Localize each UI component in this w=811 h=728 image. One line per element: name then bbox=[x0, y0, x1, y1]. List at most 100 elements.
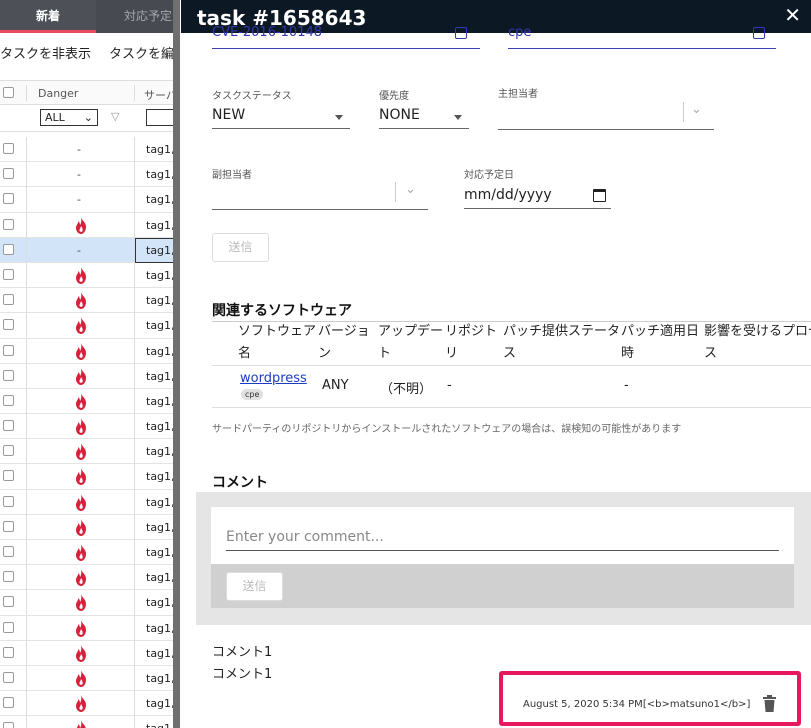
row-checkbox[interactable] bbox=[3, 369, 14, 381]
danger-filter-select[interactable]: ALL ⌄ bbox=[40, 109, 98, 126]
danger-value: - bbox=[77, 193, 81, 207]
software-column-header[interactable]: パッチ適用日時 bbox=[621, 321, 699, 365]
software-column-header[interactable]: ソフトウェア名 bbox=[238, 321, 316, 365]
cve-field[interactable]: CVE-2016-10148 bbox=[212, 25, 480, 49]
table-row[interactable]: tag1, bbox=[0, 665, 180, 692]
table-row[interactable]: tag1, bbox=[0, 388, 180, 415]
external-link-icon[interactable] bbox=[753, 27, 765, 39]
row-checkbox[interactable] bbox=[3, 268, 14, 280]
row-checkbox[interactable] bbox=[3, 143, 14, 154]
row-checkbox[interactable] bbox=[3, 722, 14, 728]
row-checkbox[interactable] bbox=[3, 546, 14, 557]
table-row[interactable]: - tag1, bbox=[0, 237, 180, 263]
table-row[interactable]: tag1, bbox=[0, 313, 180, 339]
software-column-header[interactable]: パッチ提供ステータス bbox=[503, 321, 620, 365]
tab-planned[interactable]: 対応予定 bbox=[96, 0, 180, 33]
table-row[interactable]: tag1, bbox=[0, 565, 180, 591]
row-checkbox[interactable] bbox=[3, 571, 14, 583]
fire-icon bbox=[73, 417, 89, 439]
header-line: ス bbox=[503, 346, 517, 361]
scrollbar[interactable] bbox=[173, 0, 180, 728]
header-line: 名 bbox=[238, 346, 252, 361]
table-row[interactable]: tag1, bbox=[0, 716, 180, 728]
table-row[interactable]: tag1, bbox=[0, 338, 180, 364]
row-checkbox[interactable] bbox=[3, 697, 14, 709]
software-column-header[interactable]: バージョン bbox=[318, 321, 370, 365]
row-checkbox[interactable] bbox=[3, 420, 14, 432]
row-checkbox[interactable] bbox=[3, 394, 14, 406]
fire-icon bbox=[73, 669, 89, 691]
main-assignee-select[interactable]: ⌄ bbox=[498, 98, 714, 130]
software-column-header[interactable]: 影響を受けるプロセス bbox=[704, 321, 811, 365]
table-row[interactable]: tag1, bbox=[0, 514, 180, 540]
status-dropdown-icon[interactable] bbox=[335, 115, 343, 120]
table-row[interactable]: tag1, bbox=[0, 464, 180, 490]
row-checkbox[interactable] bbox=[3, 445, 14, 457]
table-row[interactable]: tag1, bbox=[0, 540, 180, 566]
fire-icon bbox=[73, 493, 89, 515]
row-checkbox[interactable] bbox=[3, 294, 14, 306]
row-checkbox[interactable] bbox=[3, 243, 14, 255]
row-checkbox[interactable] bbox=[3, 168, 14, 180]
tab-new[interactable]: 新着 bbox=[0, 0, 96, 33]
status-value[interactable]: NEW bbox=[212, 107, 245, 123]
table-row[interactable]: tag1, bbox=[0, 439, 180, 465]
tag-value: tag1, bbox=[146, 344, 175, 358]
table-row[interactable]: tag1, bbox=[0, 615, 180, 641]
table-row[interactable]: tag1, bbox=[0, 212, 180, 238]
due-date-input[interactable]: mm/dd/yyyy bbox=[464, 187, 552, 203]
tag-value: tag1, bbox=[146, 268, 175, 282]
column-server[interactable]: サーバ bbox=[144, 87, 177, 103]
calendar-icon[interactable] bbox=[593, 189, 606, 202]
row-checkbox[interactable] bbox=[3, 671, 14, 683]
comment-input[interactable]: Enter your comment... bbox=[226, 529, 779, 551]
priority-dropdown-icon[interactable] bbox=[454, 115, 462, 120]
submit-task-button[interactable]: 送信 bbox=[212, 233, 269, 262]
priority-value[interactable]: NONE bbox=[379, 107, 420, 123]
row-checkbox[interactable] bbox=[3, 495, 14, 507]
row-checkbox[interactable] bbox=[3, 319, 14, 331]
table-row[interactable]: tag1, bbox=[0, 489, 180, 515]
table-row[interactable]: tag1, bbox=[0, 691, 180, 717]
tag-value: tag1, bbox=[146, 621, 175, 635]
row-checkbox[interactable] bbox=[3, 218, 14, 230]
tag-value: tag1, bbox=[146, 697, 175, 711]
table-row[interactable]: - tag1, bbox=[0, 162, 180, 188]
row-checkbox[interactable] bbox=[3, 621, 14, 633]
comment-submit-button[interactable]: 送信 bbox=[226, 572, 283, 601]
software-column-header[interactable]: リポジトリ bbox=[445, 321, 497, 365]
software-column-header[interactable]: アップデート bbox=[378, 321, 443, 365]
row-checkbox[interactable] bbox=[3, 520, 14, 532]
filter-icon[interactable]: ▽ bbox=[111, 110, 119, 123]
table-row[interactable]: - tag1, bbox=[0, 187, 180, 213]
fire-icon bbox=[73, 644, 89, 666]
table-row[interactable]: tag1, bbox=[0, 590, 180, 616]
tag-value: tag1, bbox=[146, 722, 175, 728]
table-row[interactable]: tag1, bbox=[0, 414, 180, 440]
table-row[interactable]: tag1, bbox=[0, 363, 180, 389]
software-name-link[interactable]: wordpress bbox=[240, 371, 307, 386]
column-danger[interactable]: Danger bbox=[38, 87, 78, 100]
table-row[interactable]: tag1, bbox=[0, 262, 180, 289]
table-row[interactable]: tag1, bbox=[0, 640, 180, 666]
comment-section-title: コメント bbox=[212, 475, 268, 491]
row-checkbox[interactable] bbox=[3, 193, 14, 205]
cpe-field[interactable]: cpe bbox=[508, 25, 776, 49]
row-checkbox[interactable] bbox=[3, 470, 14, 482]
table-row[interactable]: tag1, bbox=[0, 288, 180, 314]
external-link-icon[interactable] bbox=[455, 27, 467, 39]
sub-assignee-select[interactable]: ⌄ bbox=[212, 178, 428, 210]
header-line: パッチ提供ステータ bbox=[503, 324, 621, 339]
header-line: パッチ適用日 bbox=[621, 324, 700, 339]
hide-task-button[interactable]: タスクを非表示 bbox=[0, 43, 91, 62]
row-checkbox[interactable] bbox=[3, 344, 14, 356]
trash-icon[interactable] bbox=[763, 695, 776, 716]
fire-icon bbox=[73, 593, 89, 615]
select-all-checkbox[interactable] bbox=[3, 87, 14, 98]
edit-task-button[interactable]: タスクを編集 bbox=[109, 43, 180, 62]
close-icon[interactable]: ✕ bbox=[784, 5, 801, 25]
row-checkbox[interactable] bbox=[3, 596, 14, 608]
tag-value: tag1, bbox=[146, 218, 175, 232]
row-checkbox[interactable] bbox=[3, 646, 14, 658]
table-row[interactable]: - tag1, bbox=[0, 137, 180, 163]
